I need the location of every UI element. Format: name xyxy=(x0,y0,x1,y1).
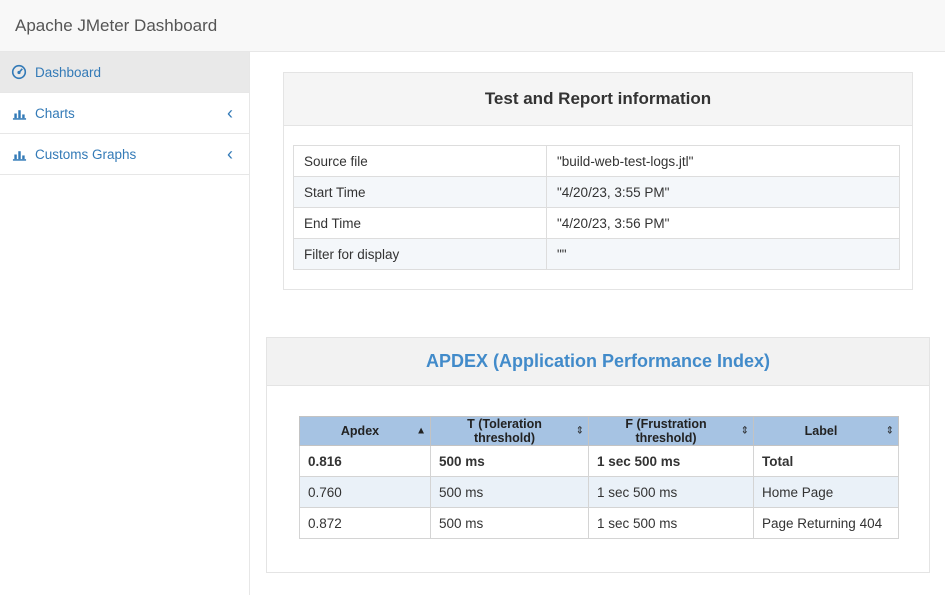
column-header-label: Apdex xyxy=(341,424,379,438)
sidebar-item-charts[interactable]: Charts ‹ xyxy=(0,93,249,134)
table-row: Source file "build-web-test-logs.jtl" xyxy=(294,146,900,177)
table-row: End Time "4/20/23, 3:56 PM" xyxy=(294,208,900,239)
chevron-left-icon[interactable]: ‹ xyxy=(227,104,237,122)
bar-chart-icon xyxy=(11,147,27,162)
table-header-row: Apdex ▲ T (Toleration threshold) ⇕ F (Fr… xyxy=(300,417,899,446)
column-header-frustration[interactable]: F (Frustration threshold) ⇕ xyxy=(589,417,754,446)
apdex-panel: APDEX (Application Performance Index) Ap… xyxy=(266,337,930,573)
info-value: "4/20/23, 3:55 PM" xyxy=(547,177,900,208)
column-header-apdex[interactable]: Apdex ▲ xyxy=(300,417,431,446)
column-header-label: T (Toleration threshold) xyxy=(467,417,542,445)
sort-unsorted-icon: ⇕ xyxy=(886,426,894,437)
test-info-panel-body: Source file "build-web-test-logs.jtl" St… xyxy=(284,126,912,289)
app-title: Apache JMeter Dashboard xyxy=(15,16,217,36)
sidebar-item-label: Customs Graphs xyxy=(35,147,136,162)
sidebar-item-label: Dashboard xyxy=(35,65,101,80)
cell-apdex: 0.816 xyxy=(300,446,431,477)
sidebar-item-label: Charts xyxy=(35,106,75,121)
table-row-total: 0.816 500 ms 1 sec 500 ms Total xyxy=(300,446,899,477)
sort-unsorted-icon: ⇕ xyxy=(741,426,749,437)
cell-apdex: 0.872 xyxy=(300,508,431,539)
sidebar-item-customs-graphs[interactable]: Customs Graphs ‹ xyxy=(0,134,249,175)
apdex-table: Apdex ▲ T (Toleration threshold) ⇕ F (Fr… xyxy=(299,416,899,539)
sort-unsorted-icon: ⇕ xyxy=(576,426,584,437)
table-row: 0.872 500 ms 1 sec 500 ms Page Returning… xyxy=(300,508,899,539)
cell-frustration: 1 sec 500 ms xyxy=(589,508,754,539)
main-content: Test and Report information Source file … xyxy=(250,52,945,595)
cell-frustration: 1 sec 500 ms xyxy=(589,477,754,508)
column-header-label-col[interactable]: Label ⇕ xyxy=(754,417,899,446)
info-value: "build-web-test-logs.jtl" xyxy=(547,146,900,177)
column-header-toleration[interactable]: T (Toleration threshold) ⇕ xyxy=(431,417,589,446)
test-info-panel-title: Test and Report information xyxy=(284,73,912,126)
bar-chart-icon xyxy=(11,106,27,121)
cell-label: Home Page xyxy=(754,477,899,508)
cell-apdex: 0.760 xyxy=(300,477,431,508)
info-label: End Time xyxy=(294,208,547,239)
cell-label: Total xyxy=(754,446,899,477)
cell-toleration: 500 ms xyxy=(431,446,589,477)
cell-frustration: 1 sec 500 ms xyxy=(589,446,754,477)
column-header-label: Label xyxy=(805,424,838,438)
info-label: Start Time xyxy=(294,177,547,208)
column-header-label: F (Frustration threshold) xyxy=(625,417,706,445)
apdex-panel-body: Apdex ▲ T (Toleration threshold) ⇕ F (Fr… xyxy=(267,386,929,572)
apdex-panel-title: APDEX (Application Performance Index) xyxy=(267,338,929,386)
table-row: 0.760 500 ms 1 sec 500 ms Home Page xyxy=(300,477,899,508)
info-label: Source file xyxy=(294,146,547,177)
test-info-table: Source file "build-web-test-logs.jtl" St… xyxy=(293,145,900,270)
info-value: "4/20/23, 3:56 PM" xyxy=(547,208,900,239)
sidebar: Dashboard Charts ‹ xyxy=(0,52,250,595)
test-info-panel: Test and Report information Source file … xyxy=(283,72,913,290)
sort-asc-icon: ▲ xyxy=(416,426,426,437)
info-value: "" xyxy=(547,239,900,270)
cell-toleration: 500 ms xyxy=(431,508,589,539)
main-layout: Dashboard Charts ‹ xyxy=(0,52,945,595)
dashboard-gauge-icon xyxy=(11,64,27,80)
app-header: Apache JMeter Dashboard xyxy=(0,0,945,52)
table-row: Filter for display "" xyxy=(294,239,900,270)
chevron-left-icon[interactable]: ‹ xyxy=(227,145,237,163)
cell-toleration: 500 ms xyxy=(431,477,589,508)
table-row: Start Time "4/20/23, 3:55 PM" xyxy=(294,177,900,208)
info-label: Filter for display xyxy=(294,239,547,270)
sidebar-item-dashboard[interactable]: Dashboard xyxy=(0,52,249,93)
cell-label: Page Returning 404 xyxy=(754,508,899,539)
